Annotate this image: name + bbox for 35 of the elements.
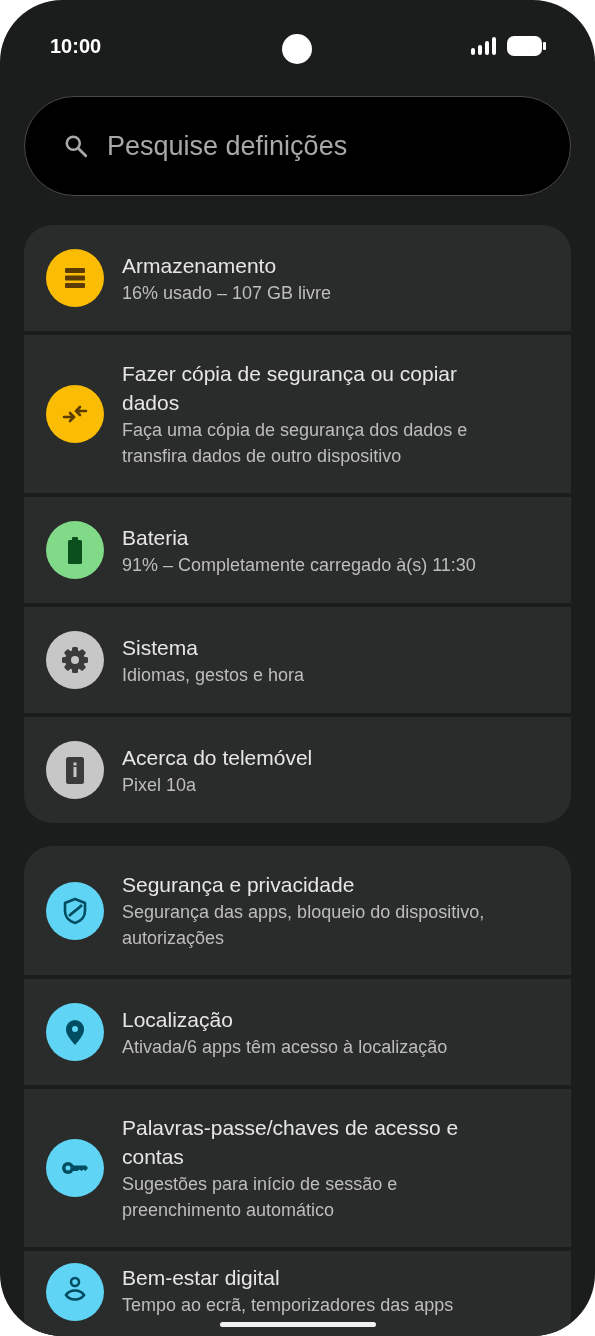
settings-item[interactable]: Bateria 91% – Completamente carregado à(s) 11:30 [24, 497, 571, 603]
item-title: Sistema [122, 634, 199, 661]
item-title: Armazenamento [122, 252, 278, 279]
search-input[interactable]: Pesquise definições [105, 129, 534, 163]
item-title: Acerca do telemóvel [122, 744, 313, 771]
item-subtitle: Idiomas, gestos e hora [122, 663, 305, 687]
item-title: Localização [122, 1006, 234, 1033]
settings-item[interactable]: Armazenamento 16% usado – 107 GB livre [24, 225, 571, 331]
item-subtitle: 16% usado – 107 GB livre [122, 281, 332, 305]
item-subtitle: Pixel 10a [122, 773, 198, 797]
item-title: Segurança e privacidade [122, 872, 356, 898]
item-subtitle: Tempo ao ecrã, temporizadores das apps [122, 1294, 454, 1317]
item-title: Palavras-passe/chaves de acesso e contas [122, 1115, 460, 1170]
battery-icon [507, 36, 547, 56]
item-title: Fazer cópia de segurança ou copiar dados [122, 361, 459, 416]
item-subtitle: Ativada/6 apps têm acesso à localização [122, 1035, 448, 1059]
settings-item[interactable]: Fazer cópia de segurança ou copiar dados Faça uma cópia de segurança dos dados e transfira dados de outro dispositivo [24, 335, 571, 493]
settings-item[interactable]: Palavras-passe/chaves de acesso e contas Sugestões para início de sessão e preenchimento automático [24, 1089, 571, 1247]
status-time: 10:00 [50, 34, 102, 58]
settings-item[interactable]: Sistema Idiomas, gestos e hora [24, 607, 571, 713]
home-indicator[interactable] [220, 1322, 376, 1327]
item-title: Bem-estar digital [122, 1265, 281, 1291]
search-icon [63, 133, 89, 159]
item-subtitle: Segurança das apps, bloqueio do dispositivo, autorizações [122, 901, 486, 950]
search-bar[interactable]: Pesquise definições [24, 96, 571, 196]
settings-item[interactable]: Segurança e privacidade Segurança das apps, bloqueio do dispositivo, autorizações [24, 846, 571, 975]
item-subtitle: 91% – Completamente carregado à(s) 11:30 [122, 553, 476, 577]
signal-icon [471, 37, 497, 55]
settings-item[interactable]: Acerca do telemóvel Pixel 10a [24, 717, 571, 823]
item-subtitle: Sugestões para início de sessão e preenchimento automático [122, 1173, 399, 1222]
settings-item[interactable]: Bem-estar digital Tempo ao ecrã, temporizadores das apps [24, 1251, 571, 1336]
item-subtitle: Faça uma cópia de segurança dos dados e transfira dados de outro dispositivo [122, 419, 469, 468]
settings-item[interactable]: Localização Ativada/6 apps têm acesso à localização [24, 979, 571, 1085]
camera-cutout [282, 34, 312, 64]
item-title: Bateria [122, 524, 190, 551]
